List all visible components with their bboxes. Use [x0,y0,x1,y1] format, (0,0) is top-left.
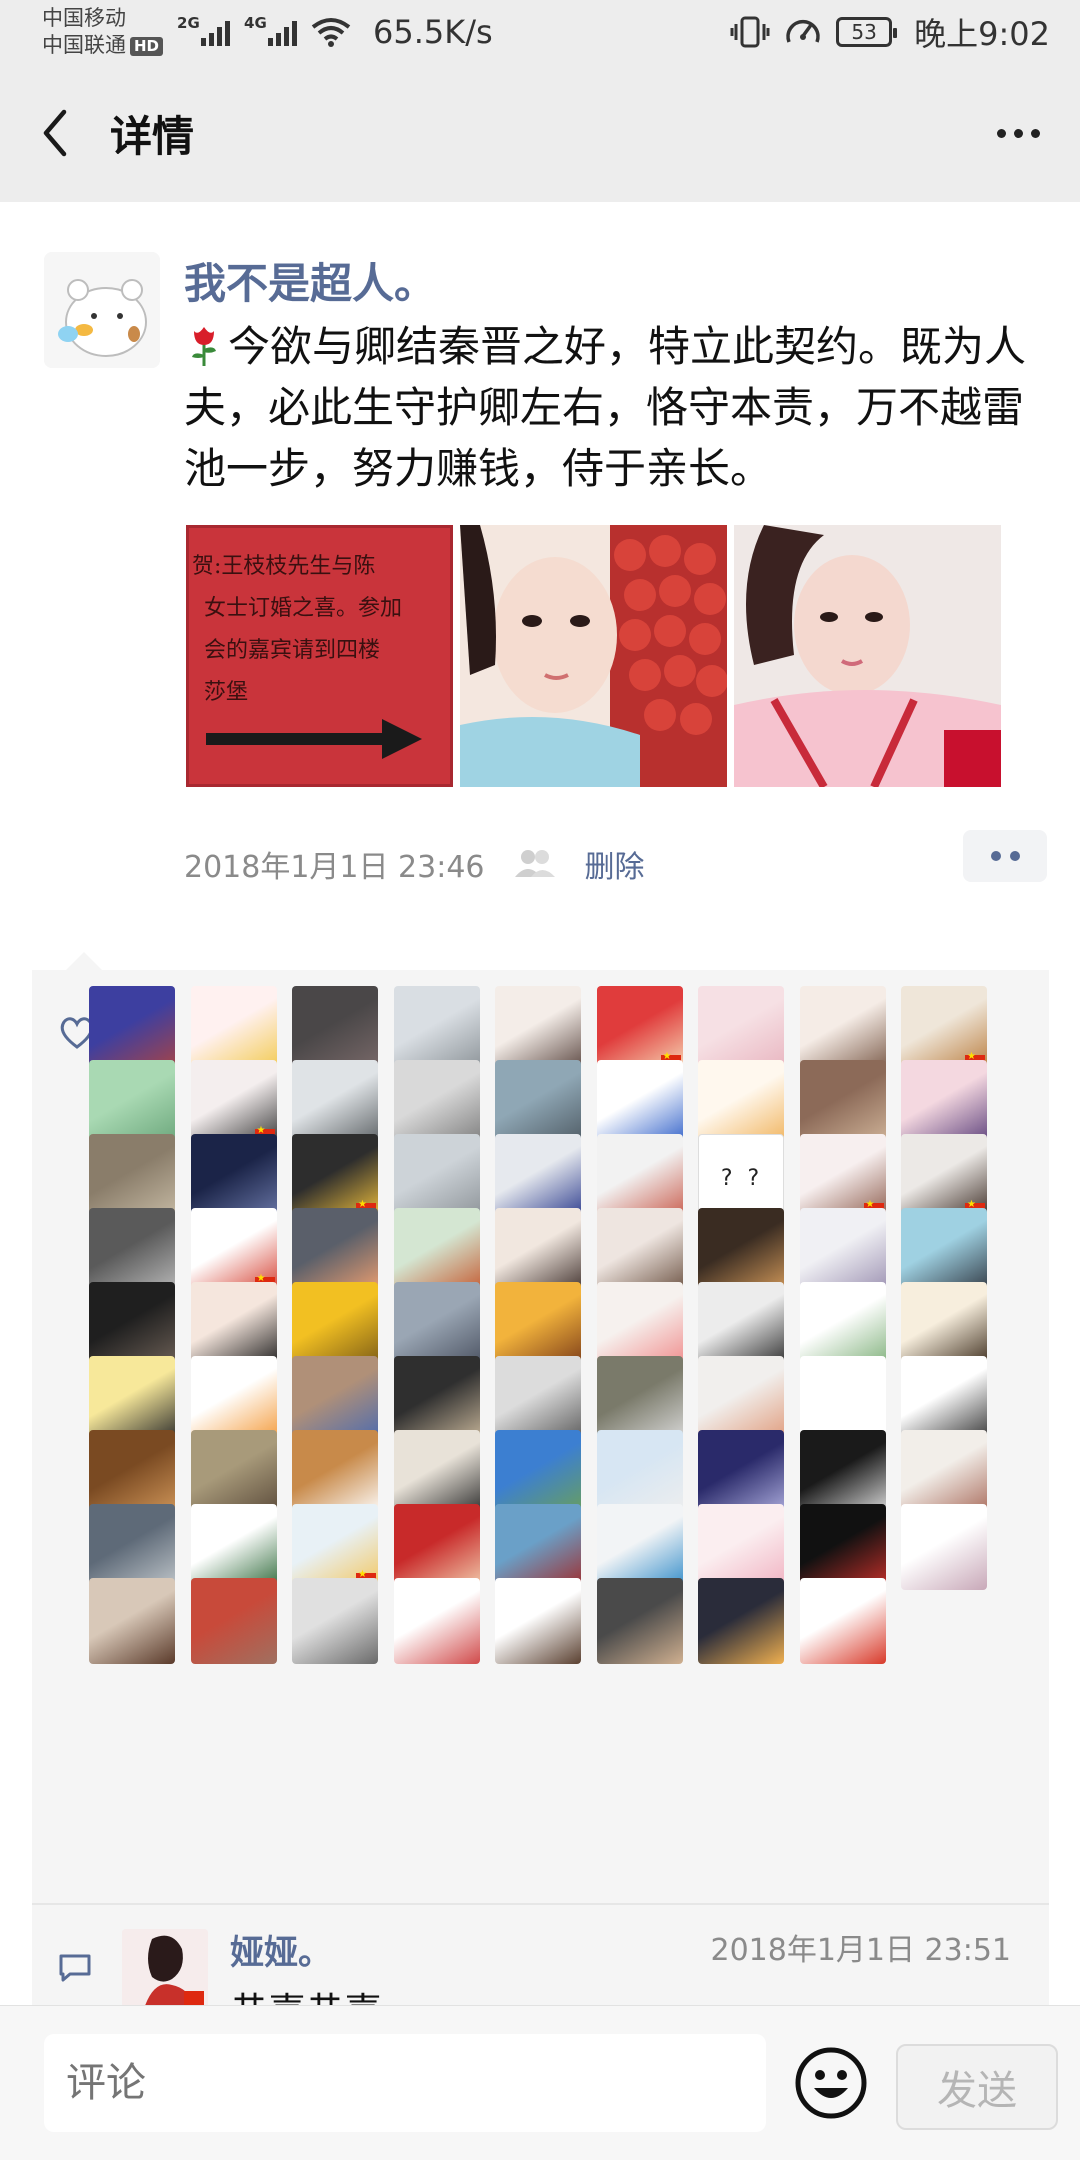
liker-avatar[interactable] [596,1578,683,1664]
more-dot-icon [1031,128,1040,138]
comment-bubble-icon [59,1954,91,1982]
vibrate-icon [730,16,770,48]
network-type-2: 4G [244,14,267,32]
status-bar: 中国移动 中国联通 HD 2G 4G 65.5K/s 53 晚上9:02 [0,0,1080,64]
post-body: 今欲与卿结秦晋之好，特立此契约。既为人夫，必此生守护卿左右，恪守本责，万不越雷池… [184,322,1027,493]
status-time: 晚上9:02 [914,15,1050,53]
commenter-avatar-image [122,1929,208,2005]
comment-text: 恭喜恭喜 [230,1981,382,2005]
sign-line-1: 贺:王枝枝先生与陈 [192,554,375,579]
liker-avatar[interactable] [495,1578,581,1664]
commenter-name[interactable]: 娅娅。 [230,1925,332,1974]
selfie-photo-image-2 [734,525,1001,787]
more-dot-icon [1014,128,1023,138]
liker-avatar[interactable] [89,1578,175,1664]
photo-selfie-1[interactable] [460,525,727,787]
rose-emoji-icon [192,327,216,366]
sign-line-4: 莎堡 [204,680,248,705]
comment-list: 娅娅。 2018年1月1日 23:51 恭喜恭喜 [32,1905,1049,2005]
page-title: 详情 [110,111,195,161]
liker-avatar[interactable] [799,1578,886,1664]
battery-icon: 53 [836,17,898,47]
comment-input[interactable] [44,2034,766,2132]
liker-avatar[interactable] [393,1578,480,1664]
emoji-icon[interactable] [794,2046,868,2120]
selfie-photo-image [460,525,727,787]
sign-photo-image: 贺:王枝枝先生与陈 女士订婚之喜。参加 会的嘉宾请到四楼 莎堡 [186,525,453,787]
delete-button[interactable]: 删除 [585,842,645,886]
back-arrow-icon [43,109,67,157]
dot-icon [1009,851,1020,861]
status-right: 53 晚上9:02 [730,9,1050,55]
commenter-avatar[interactable] [122,1929,208,2005]
wifi-icon [311,18,351,47]
like-comment-menu-button[interactable] [963,830,1047,882]
comment-time: 2018年1月1日 23:51 [710,1933,1011,1968]
photo-engagement-sign[interactable]: 贺:王枝枝先生与陈 女士订婚之喜。参加 会的嘉宾请到四楼 莎堡 [186,525,453,787]
photo-selfie-2[interactable] [734,525,1001,787]
liker-avatar[interactable] [292,1578,378,1664]
signal-icon: 2G [177,14,231,46]
post-time: 2018年1月1日 23:46 [184,850,485,885]
data-saver-icon [786,19,820,43]
back-button[interactable] [0,64,110,202]
dot-icon [990,851,1001,861]
more-button[interactable] [997,64,1040,202]
friends-visibility-icon[interactable] [513,847,557,881]
photo-grid: 贺:王枝枝先生与陈 女士订婚之喜。参加 会的嘉宾请到四楼 莎堡 [186,525,1001,787]
send-button[interactable]: 发送 [896,2044,1058,2130]
sign-line-2: 女士订婚之喜。参加 [204,596,402,621]
liker-avatar[interactable] [698,1578,784,1664]
hd-badge: HD [130,36,164,56]
carrier-1: 中国移动 [42,6,126,30]
network-type-1: 2G [177,14,200,32]
battery-level: 53 [851,20,877,44]
comment-input-bar: 发送 [0,2005,1080,2160]
likes-panel: ? ? [32,952,1049,1903]
nav-bar: 详情 [0,64,1080,202]
network-speed: 65.5K/s [373,13,493,51]
signal-icon-2: 4G [244,14,298,46]
author-name[interactable]: 我不是超人。 [184,250,436,311]
post-text: 今欲与卿结秦晋之好，特立此契约。既为人夫，必此生守护卿左右，恪守本责，万不越雷池… [184,316,1034,499]
sign-line-3: 会的嘉宾请到四楼 [204,638,380,663]
carrier-2: 中国联通 [42,33,126,57]
liker-avatar[interactable] [190,1578,277,1664]
status-left: 中国移动 中国联通 HD 2G 4G 65.5K/s [42,5,493,59]
bear-avatar-image [44,252,160,368]
post-meta: 2018年1月1日 23:46 删除 [184,842,645,886]
more-dot-icon [997,128,1006,138]
liker-avatar[interactable] [901,1504,987,1590]
carrier-info: 中国移动 中国联通 HD [42,5,164,59]
author-avatar[interactable] [44,252,160,368]
